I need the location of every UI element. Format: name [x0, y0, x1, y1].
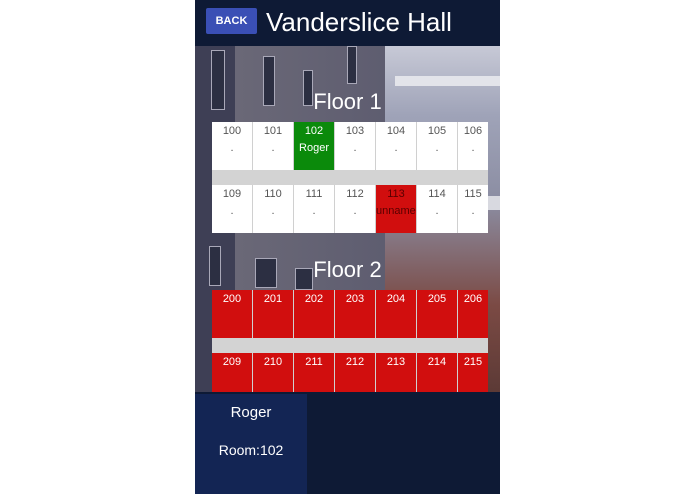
room-cell-occupied[interactable]: 204	[376, 290, 417, 338]
room-occupant: Roger	[299, 142, 329, 154]
window	[347, 46, 357, 84]
header-bar: BACK Vanderslice Hall	[195, 0, 500, 46]
room-number: 201	[263, 293, 283, 305]
room-number: 103	[345, 125, 365, 137]
room-cell[interactable]: 104.	[376, 122, 417, 170]
room-occupant: .	[353, 142, 357, 154]
room-number: 204	[386, 293, 406, 305]
room-cell[interactable]: 110.	[253, 185, 294, 233]
room-cell-occupied[interactable]: 215	[458, 353, 488, 392]
app-screen: BACK Vanderslice Hall Floor 1 100. 101. …	[195, 0, 500, 494]
room-cell-occupied[interactable]: 212	[335, 353, 376, 392]
room-occupant: .	[471, 142, 475, 154]
room-number: 209	[222, 356, 242, 368]
hallway-divider	[212, 338, 488, 353]
room-number: 100	[222, 125, 242, 137]
room-number: 109	[222, 188, 242, 200]
floor-2-row-2: 209 210 211 212 213 214 215	[212, 353, 488, 392]
room-occupant: unnamed	[376, 205, 416, 217]
room-number: 200	[222, 293, 242, 305]
floor-2-row-1: 200 201 202 203 204 205 206	[212, 290, 488, 338]
room-occupant: .	[435, 205, 439, 217]
room-cell-occupied[interactable]: 206	[458, 290, 488, 338]
room-occupant: .	[230, 142, 234, 154]
room-cell[interactable]: 101.	[253, 122, 294, 170]
room-number: 212	[345, 356, 365, 368]
room-occupant: .	[230, 205, 234, 217]
room-number: 101	[263, 125, 283, 137]
room-number: 211	[305, 356, 323, 368]
room-cell-occupied[interactable]: 209	[212, 353, 253, 392]
page-title: Vanderslice Hall	[266, 7, 452, 37]
room-number: 110	[264, 188, 282, 200]
balcony	[395, 76, 500, 86]
room-number: 111	[305, 188, 323, 200]
room-number: 205	[427, 293, 447, 305]
room-occupant: .	[471, 205, 475, 217]
room-occupant: .	[353, 205, 357, 217]
room-cell-occupied[interactable]: 203	[335, 290, 376, 338]
room-number: 214	[427, 356, 447, 368]
room-cell-selected[interactable]: 102 Roger	[294, 122, 335, 170]
room-cell-occupied[interactable]: 113 unnamed	[376, 185, 417, 233]
room-number: 102	[304, 125, 324, 137]
room-cell-occupied[interactable]: 210	[253, 353, 294, 392]
room-cell[interactable]: 105.	[417, 122, 458, 170]
floor-2-label: Floor 2	[313, 257, 382, 282]
resident-room: Room:102	[218, 442, 284, 458]
room-cell[interactable]: 103.	[335, 122, 376, 170]
selected-resident-card[interactable]: Roger Room:102	[195, 394, 307, 494]
room-cell[interactable]: 115.	[458, 185, 488, 233]
room-occupant: .	[271, 205, 275, 217]
room-cell[interactable]: 100.	[212, 122, 253, 170]
room-occupant: .	[435, 142, 439, 154]
back-button[interactable]: BACK	[206, 8, 257, 34]
room-cell[interactable]: 106.	[458, 122, 488, 170]
room-number: 104	[386, 125, 406, 137]
room-number: 215	[463, 356, 483, 368]
room-occupant: .	[271, 142, 275, 154]
room-number: 112	[346, 188, 364, 200]
room-cell[interactable]: 112.	[335, 185, 376, 233]
room-number: 202	[304, 293, 324, 305]
room-number: 206	[463, 293, 483, 305]
room-cell[interactable]: 109.	[212, 185, 253, 233]
room-number: 106	[463, 125, 483, 137]
room-number: 210	[263, 356, 283, 368]
room-number: 203	[345, 293, 365, 305]
room-cell[interactable]: 111.	[294, 185, 335, 233]
room-cell-occupied[interactable]: 200	[212, 290, 253, 338]
room-cell-occupied[interactable]: 214	[417, 353, 458, 392]
floor-1-row-1: 100. 101. 102 Roger 103. 104. 105. 106.	[212, 122, 488, 170]
room-cell-occupied[interactable]: 201	[253, 290, 294, 338]
room-cell-occupied[interactable]: 202	[294, 290, 335, 338]
room-occupant: .	[312, 205, 316, 217]
room-number: 213	[386, 356, 406, 368]
room-number: 114	[428, 188, 446, 200]
room-cell-occupied[interactable]: 205	[417, 290, 458, 338]
bottom-panel: Roger Room:102	[195, 392, 500, 494]
room-number: 113	[387, 188, 405, 200]
room-cell-occupied[interactable]: 211	[294, 353, 335, 392]
room-cell-occupied[interactable]: 213	[376, 353, 417, 392]
room-occupant: .	[394, 142, 398, 154]
hallway-divider	[212, 170, 488, 185]
floor-1-label: Floor 1	[313, 89, 382, 114]
room-cell[interactable]: 114.	[417, 185, 458, 233]
room-number: 105	[427, 125, 447, 137]
resident-name: Roger	[230, 404, 272, 421]
room-number: 115	[464, 188, 482, 200]
floor-1-row-2: 109. 110. 111. 112. 113 unnamed 114. 115.	[212, 185, 488, 233]
